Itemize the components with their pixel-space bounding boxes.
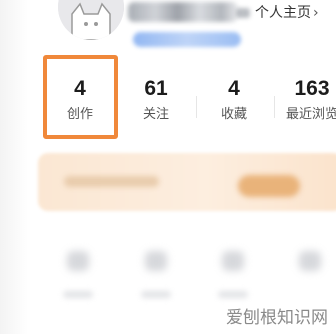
stat-recent-views-label: 最近浏览: [285, 107, 336, 122]
stat-favorites[interactable]: 4 收藏: [194, 76, 274, 123]
stat-following-value: 61: [144, 77, 168, 100]
left-edge-shade: [0, 0, 28, 334]
homepage-link-label: 个人主页: [255, 5, 311, 21]
cat-avatar-icon: [58, 0, 124, 40]
grid-item-icon[interactable]: [299, 251, 321, 271]
grid-item-label-redacted: [63, 291, 93, 298]
grid-item-icon[interactable]: [145, 251, 167, 271]
user-tag-redacted: [133, 32, 241, 47]
grid-item-label-redacted: [141, 291, 171, 298]
highlight-annotation-box: [43, 55, 118, 139]
chevron-right-icon: ›: [313, 5, 319, 21]
stat-favorites-value: 4: [228, 77, 240, 100]
stat-following-label: 关注: [142, 107, 169, 122]
homepage-link[interactable]: 个人主页 ›: [255, 2, 319, 22]
grid-item-label-redacted: [218, 291, 248, 298]
username-redacted: [128, 2, 238, 22]
grid-item-icon[interactable]: [67, 251, 89, 271]
stat-following[interactable]: 61 关注: [116, 76, 196, 123]
grid-item-icon[interactable]: [222, 251, 244, 271]
stat-favorites-label: 收藏: [220, 107, 247, 122]
stat-recent-views[interactable]: 163 最近浏览: [272, 76, 336, 123]
watermark-text: 爱刨根知识网: [226, 308, 328, 328]
promo-banner-button[interactable]: [238, 175, 300, 197]
promo-banner-text-redacted: [64, 176, 159, 187]
profile-page: 个人主页 › 4 创作 61 关注 4 收藏 163 最近浏览 爱刨根知识网: [0, 0, 336, 334]
username-redacted-tail: [236, 8, 250, 18]
stat-recent-views-value: 163: [294, 77, 330, 100]
avatar[interactable]: [58, 0, 124, 40]
